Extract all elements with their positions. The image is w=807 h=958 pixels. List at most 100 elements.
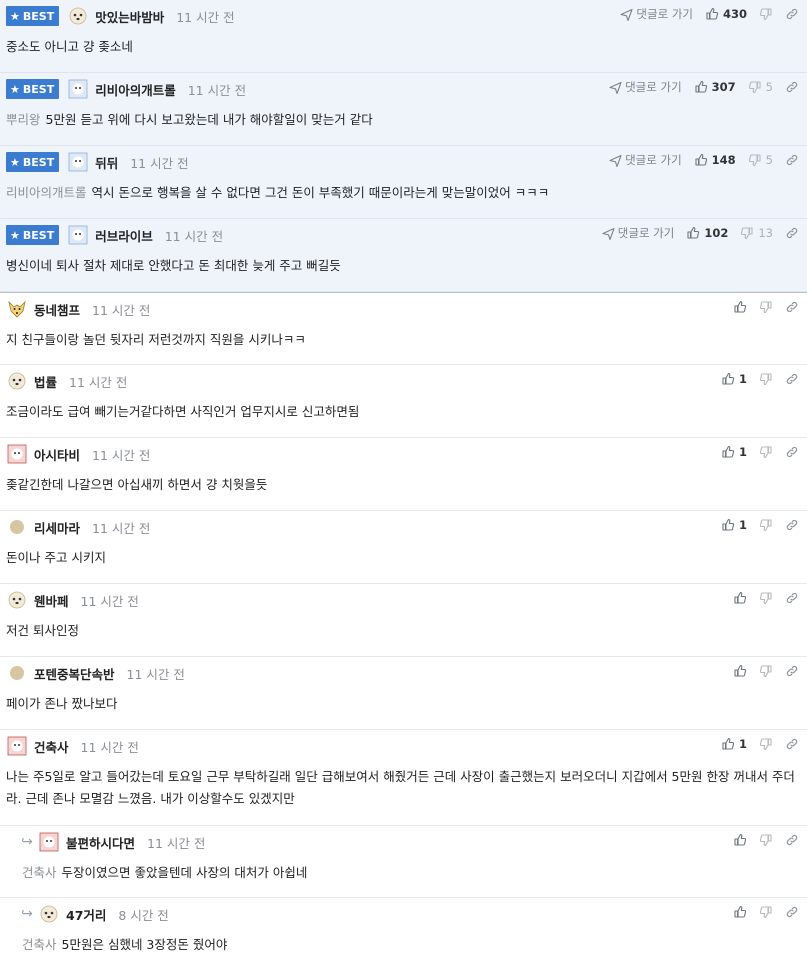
avatar[interactable] bbox=[6, 590, 28, 610]
goto-reply-button[interactable]: 댓글로 가기 bbox=[620, 6, 693, 22]
like-button[interactable]: 102 bbox=[686, 226, 728, 240]
nickname[interactable]: 리세마라 bbox=[34, 518, 80, 537]
thumbs-down-icon bbox=[740, 226, 754, 240]
avatar[interactable] bbox=[6, 517, 28, 537]
best-badge: ★ BEST bbox=[6, 152, 60, 172]
dislike-button[interactable] bbox=[759, 591, 773, 605]
goto-reply-button[interactable]: 댓글로 가기 bbox=[602, 225, 675, 241]
goto-reply-label: 댓글로 가기 bbox=[625, 80, 682, 94]
like-button[interactable]: 430 bbox=[705, 7, 747, 21]
goto-reply-label: 댓글로 가기 bbox=[617, 226, 675, 240]
nickname[interactable]: 건축사 bbox=[34, 737, 69, 756]
avatar[interactable] bbox=[67, 6, 89, 26]
avatar[interactable] bbox=[67, 225, 89, 245]
comment-header: 동네챔프 11 시간 전 bbox=[6, 299, 150, 319]
comment-list: ★ BEST 맛있는바밤바 11 시간 전 댓글로 가기 430 중소도 아니고 걍 좆소네… bbox=[0, 0, 807, 958]
like-button[interactable] bbox=[733, 300, 747, 314]
mention[interactable]: 뿌리왕 bbox=[6, 112, 41, 127]
like-button[interactable]: 148 bbox=[694, 153, 736, 167]
avatar[interactable] bbox=[6, 299, 28, 319]
avatar[interactable] bbox=[6, 663, 28, 683]
like-button[interactable] bbox=[733, 905, 747, 919]
link-icon bbox=[785, 737, 799, 751]
comment-actions: 1 bbox=[709, 442, 799, 462]
avatar[interactable] bbox=[38, 904, 60, 924]
like-button[interactable]: 1 bbox=[721, 372, 747, 386]
goto-reply-label: 댓글로 가기 bbox=[636, 7, 693, 21]
copy-link-button[interactable] bbox=[785, 833, 799, 847]
avatar[interactable] bbox=[6, 371, 28, 391]
like-button[interactable] bbox=[733, 664, 747, 678]
dislike-button[interactable]: 5 bbox=[748, 153, 773, 167]
dislike-button[interactable] bbox=[759, 833, 773, 847]
comment-text: 좆같긴한데 나갈으면 아십새끼 하면서 걍 치웟을듯 bbox=[6, 477, 268, 492]
like-button[interactable]: 1 bbox=[721, 445, 747, 459]
nickname[interactable]: 47거리 bbox=[66, 905, 106, 924]
dislike-button[interactable] bbox=[759, 518, 773, 532]
like-button[interactable]: 1 bbox=[721, 737, 747, 751]
dislike-button[interactable]: 13 bbox=[740, 226, 773, 240]
best-label: BEST bbox=[22, 9, 55, 23]
copy-link-button[interactable] bbox=[785, 226, 799, 240]
comment-body: 돈이나 주고 시키지 bbox=[6, 547, 797, 569]
copy-link-button[interactable] bbox=[785, 737, 799, 751]
like-count: 1 bbox=[738, 445, 747, 459]
comment-text: 저건 퇴사인정 bbox=[6, 623, 79, 638]
avatar[interactable] bbox=[67, 152, 89, 172]
copy-link-button[interactable] bbox=[785, 7, 799, 21]
nickname[interactable]: 동네챔프 bbox=[34, 300, 80, 319]
mention[interactable]: 건축사 bbox=[22, 865, 57, 880]
copy-link-button[interactable] bbox=[785, 664, 799, 678]
mention[interactable]: 건축사 bbox=[22, 937, 57, 952]
dislike-button[interactable] bbox=[759, 664, 773, 678]
dislike-count: 5 bbox=[765, 153, 773, 167]
like-button[interactable] bbox=[733, 833, 747, 847]
comment-body: 병신이네 퇴사 절차 제대로 안했다고 돈 최대한 늦게 주고 뻐길듯 bbox=[6, 255, 797, 277]
best-label: BEST bbox=[22, 155, 55, 169]
dislike-button[interactable]: 5 bbox=[748, 80, 773, 94]
dislike-button[interactable] bbox=[759, 737, 773, 751]
copy-link-button[interactable] bbox=[785, 905, 799, 919]
nickname[interactable]: 법률 bbox=[34, 372, 57, 391]
copy-link-button[interactable] bbox=[785, 372, 799, 386]
copy-link-button[interactable] bbox=[785, 153, 799, 167]
dislike-button[interactable] bbox=[759, 905, 773, 919]
nickname[interactable]: 뒤뒤 bbox=[95, 153, 118, 172]
nickname[interactable]: 맛있는바밤바 bbox=[95, 7, 164, 26]
goto-reply-button[interactable]: 댓글로 가기 bbox=[609, 79, 682, 95]
like-button[interactable]: 307 bbox=[694, 80, 736, 94]
thumbs-up-icon bbox=[733, 664, 747, 678]
copy-link-button[interactable] bbox=[785, 300, 799, 314]
avatar[interactable] bbox=[6, 444, 28, 464]
copy-link-button[interactable] bbox=[785, 445, 799, 459]
comment-actions: 댓글로 가기 307 5 bbox=[597, 77, 799, 97]
copy-link-button[interactable] bbox=[785, 518, 799, 532]
dislike-button[interactable] bbox=[759, 445, 773, 459]
nickname[interactable]: 포텐중복단속반 bbox=[34, 664, 115, 683]
copy-link-button[interactable] bbox=[785, 591, 799, 605]
nickname[interactable]: 웬바페 bbox=[34, 591, 69, 610]
like-count: 430 bbox=[722, 7, 747, 21]
comment-actions: 댓글로 가기 430 bbox=[608, 4, 799, 24]
nickname[interactable]: 러브라이브 bbox=[95, 226, 153, 245]
nickname[interactable]: 아시타비 bbox=[34, 445, 80, 464]
avatar[interactable] bbox=[6, 736, 28, 756]
goto-reply-button[interactable]: 댓글로 가기 bbox=[609, 152, 682, 168]
comment-header: 웬바페 11 시간 전 bbox=[6, 590, 139, 610]
dislike-button[interactable] bbox=[759, 300, 773, 314]
like-button[interactable] bbox=[733, 591, 747, 605]
copy-link-button[interactable] bbox=[785, 80, 799, 94]
dislike-button[interactable] bbox=[759, 372, 773, 386]
timestamp: 11 시간 전 bbox=[176, 9, 235, 25]
dislike-button[interactable] bbox=[759, 7, 773, 21]
nickname[interactable]: 불편하시다면 bbox=[66, 833, 135, 852]
avatar[interactable] bbox=[38, 832, 60, 852]
avatar[interactable] bbox=[67, 79, 89, 99]
thumbs-down-icon bbox=[759, 591, 773, 605]
like-button[interactable]: 1 bbox=[721, 518, 747, 532]
thumbs-up-icon bbox=[733, 300, 747, 314]
nickname[interactable]: 리비아의개트롤 bbox=[95, 80, 176, 99]
comment-body: 건축사 5만원은 심했네 3장정돈 줬어야 bbox=[22, 934, 797, 956]
send-icon bbox=[609, 81, 622, 94]
mention[interactable]: 리비아의개트롤 bbox=[6, 185, 87, 200]
